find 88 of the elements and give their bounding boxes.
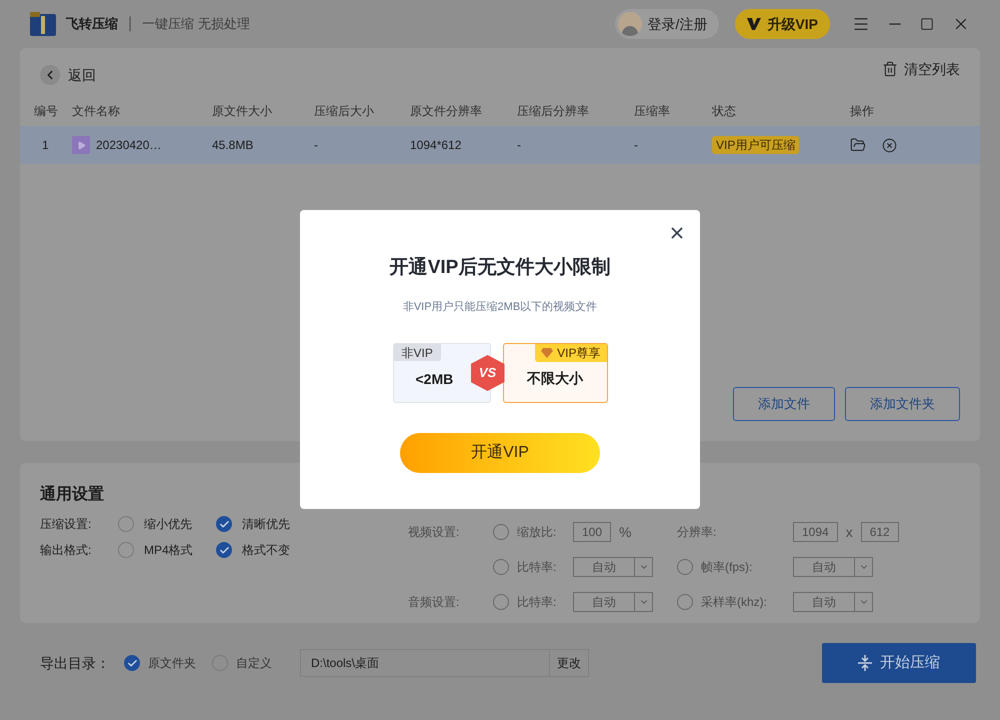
card-value: 不限大小 <box>527 369 583 388</box>
radio-button[interactable] <box>118 542 134 558</box>
table-cell-text: 1 <box>42 137 49 154</box>
table-cell-text: 1094*612 <box>410 137 462 154</box>
radio-button[interactable] <box>493 524 509 540</box>
radio-button[interactable] <box>118 516 134 532</box>
check-icon <box>126 658 138 668</box>
radio-button[interactable] <box>677 594 693 610</box>
status-badge: VIP用户可压缩 <box>712 136 800 154</box>
unit-label: x <box>846 522 853 542</box>
column-header: 编号 <box>34 103 59 120</box>
app-title: 飞转压缩 <box>66 15 118 34</box>
number-field[interactable]: 1094 <box>793 522 838 542</box>
dropdown[interactable]: 自动 <box>793 557 873 577</box>
section-label: 视频设置: <box>408 525 460 539</box>
column-header: 原文件大小 <box>212 103 273 120</box>
option-label: 原文件夹 <box>148 655 196 672</box>
column-header: 状态 <box>712 103 737 120</box>
back-button[interactable]: 返回 <box>40 64 96 86</box>
gem-icon <box>541 348 554 358</box>
radio-checked[interactable] <box>124 655 140 671</box>
clear-list-button[interactable]: 清空列表 <box>882 58 960 80</box>
radio-button[interactable] <box>493 594 509 610</box>
settings-title: 通用设置 <box>40 484 105 505</box>
param-label: 帧率(fps): <box>701 559 752 576</box>
add-button[interactable]: 添加文件夹 <box>845 387 960 421</box>
card-tag: VIP尊享 <box>535 344 606 362</box>
activate-vip-button[interactable]: 开通VIP <box>400 433 600 473</box>
column-header: 文件名称 <box>72 103 121 120</box>
dialog-subtitle: 非VIP用户只能压缩2MB以下的视频文件 <box>402 300 598 314</box>
zip-folder-logo-icon <box>30 12 56 36</box>
export-label: 导出目录： <box>40 654 110 672</box>
table-cell-text: - <box>314 137 318 154</box>
table-cell-text: - <box>634 137 638 154</box>
dropdown[interactable]: 自动 <box>573 557 653 577</box>
param-label: 比特率: <box>517 559 556 576</box>
app-tagline: 一键压缩 无损处理 <box>142 15 250 34</box>
setting-label: 输出格式: <box>40 542 92 559</box>
column-header: 操作 <box>850 103 875 120</box>
setting-label: 压缩设置: <box>40 516 92 533</box>
v-logo-icon <box>747 17 762 31</box>
table-cell-text: 45.8MB <box>212 137 254 154</box>
maximize-icon[interactable] <box>920 17 934 31</box>
table-cell-text: - <box>517 137 521 154</box>
login-button[interactable]: 登录/注册 <box>614 9 720 39</box>
add-button[interactable]: 添加文件 <box>733 387 835 421</box>
table-row[interactable]: 1 20230420… 45.8MB - 1094*612 - - VIP用户可压缩 <box>20 126 980 164</box>
param-label: 比特率: <box>517 594 556 611</box>
dialog-title: 开通VIP后无文件大小限制 <box>390 256 610 280</box>
option-label: 缩小优先 <box>144 516 192 533</box>
number-field[interactable]: 612 <box>860 522 899 542</box>
change-button[interactable]: 更改 <box>550 649 589 677</box>
param-label: 缩放比: <box>517 524 556 541</box>
section-label: 音频设置: <box>408 595 460 609</box>
option-label: 清晰优先 <box>242 516 290 533</box>
card-tag: 非VIP <box>394 344 441 361</box>
remove-icon[interactable] <box>882 138 897 152</box>
compress-icon <box>858 655 872 671</box>
table-cell-text: 20230420… <box>96 137 162 154</box>
check-icon <box>218 544 230 556</box>
trash-icon <box>882 61 898 77</box>
unit-label: % <box>619 522 632 542</box>
dropdown[interactable]: 自动 <box>573 592 653 612</box>
option-label: 自定义 <box>236 655 272 672</box>
avatar-icon <box>618 12 642 36</box>
upgrade-vip-button[interactable]: 升级VIP <box>735 9 830 39</box>
radio-checked[interactable] <box>216 542 232 558</box>
column-header: 原文件分辨率 <box>410 103 483 120</box>
card-value: <2MB <box>416 370 454 389</box>
column-header: 压缩后大小 <box>314 103 375 120</box>
param-label: 分辨率: <box>677 524 716 541</box>
option-label: MP4格式 <box>144 542 193 559</box>
menu-icon[interactable] <box>852 15 870 33</box>
path-field[interactable]: D:\tools\桌面 <box>300 649 550 677</box>
option-label: 格式不变 <box>242 542 290 559</box>
start-compress-button[interactable]: 开始压缩 <box>822 643 976 683</box>
radio-button[interactable] <box>677 559 693 575</box>
param-label: 采样率(khz): <box>701 594 767 611</box>
number-field[interactable]: 100 <box>573 522 612 542</box>
dropdown[interactable]: 自动 <box>793 592 873 612</box>
title-separator: | <box>128 14 132 34</box>
column-header: 压缩率 <box>634 103 671 120</box>
radio-button[interactable] <box>493 559 509 575</box>
video-file-icon <box>72 136 90 154</box>
column-header: 压缩后分辨率 <box>517 103 590 120</box>
radio-checked[interactable] <box>216 516 232 532</box>
folder-icon[interactable] <box>850 137 866 153</box>
check-icon <box>218 518 230 530</box>
